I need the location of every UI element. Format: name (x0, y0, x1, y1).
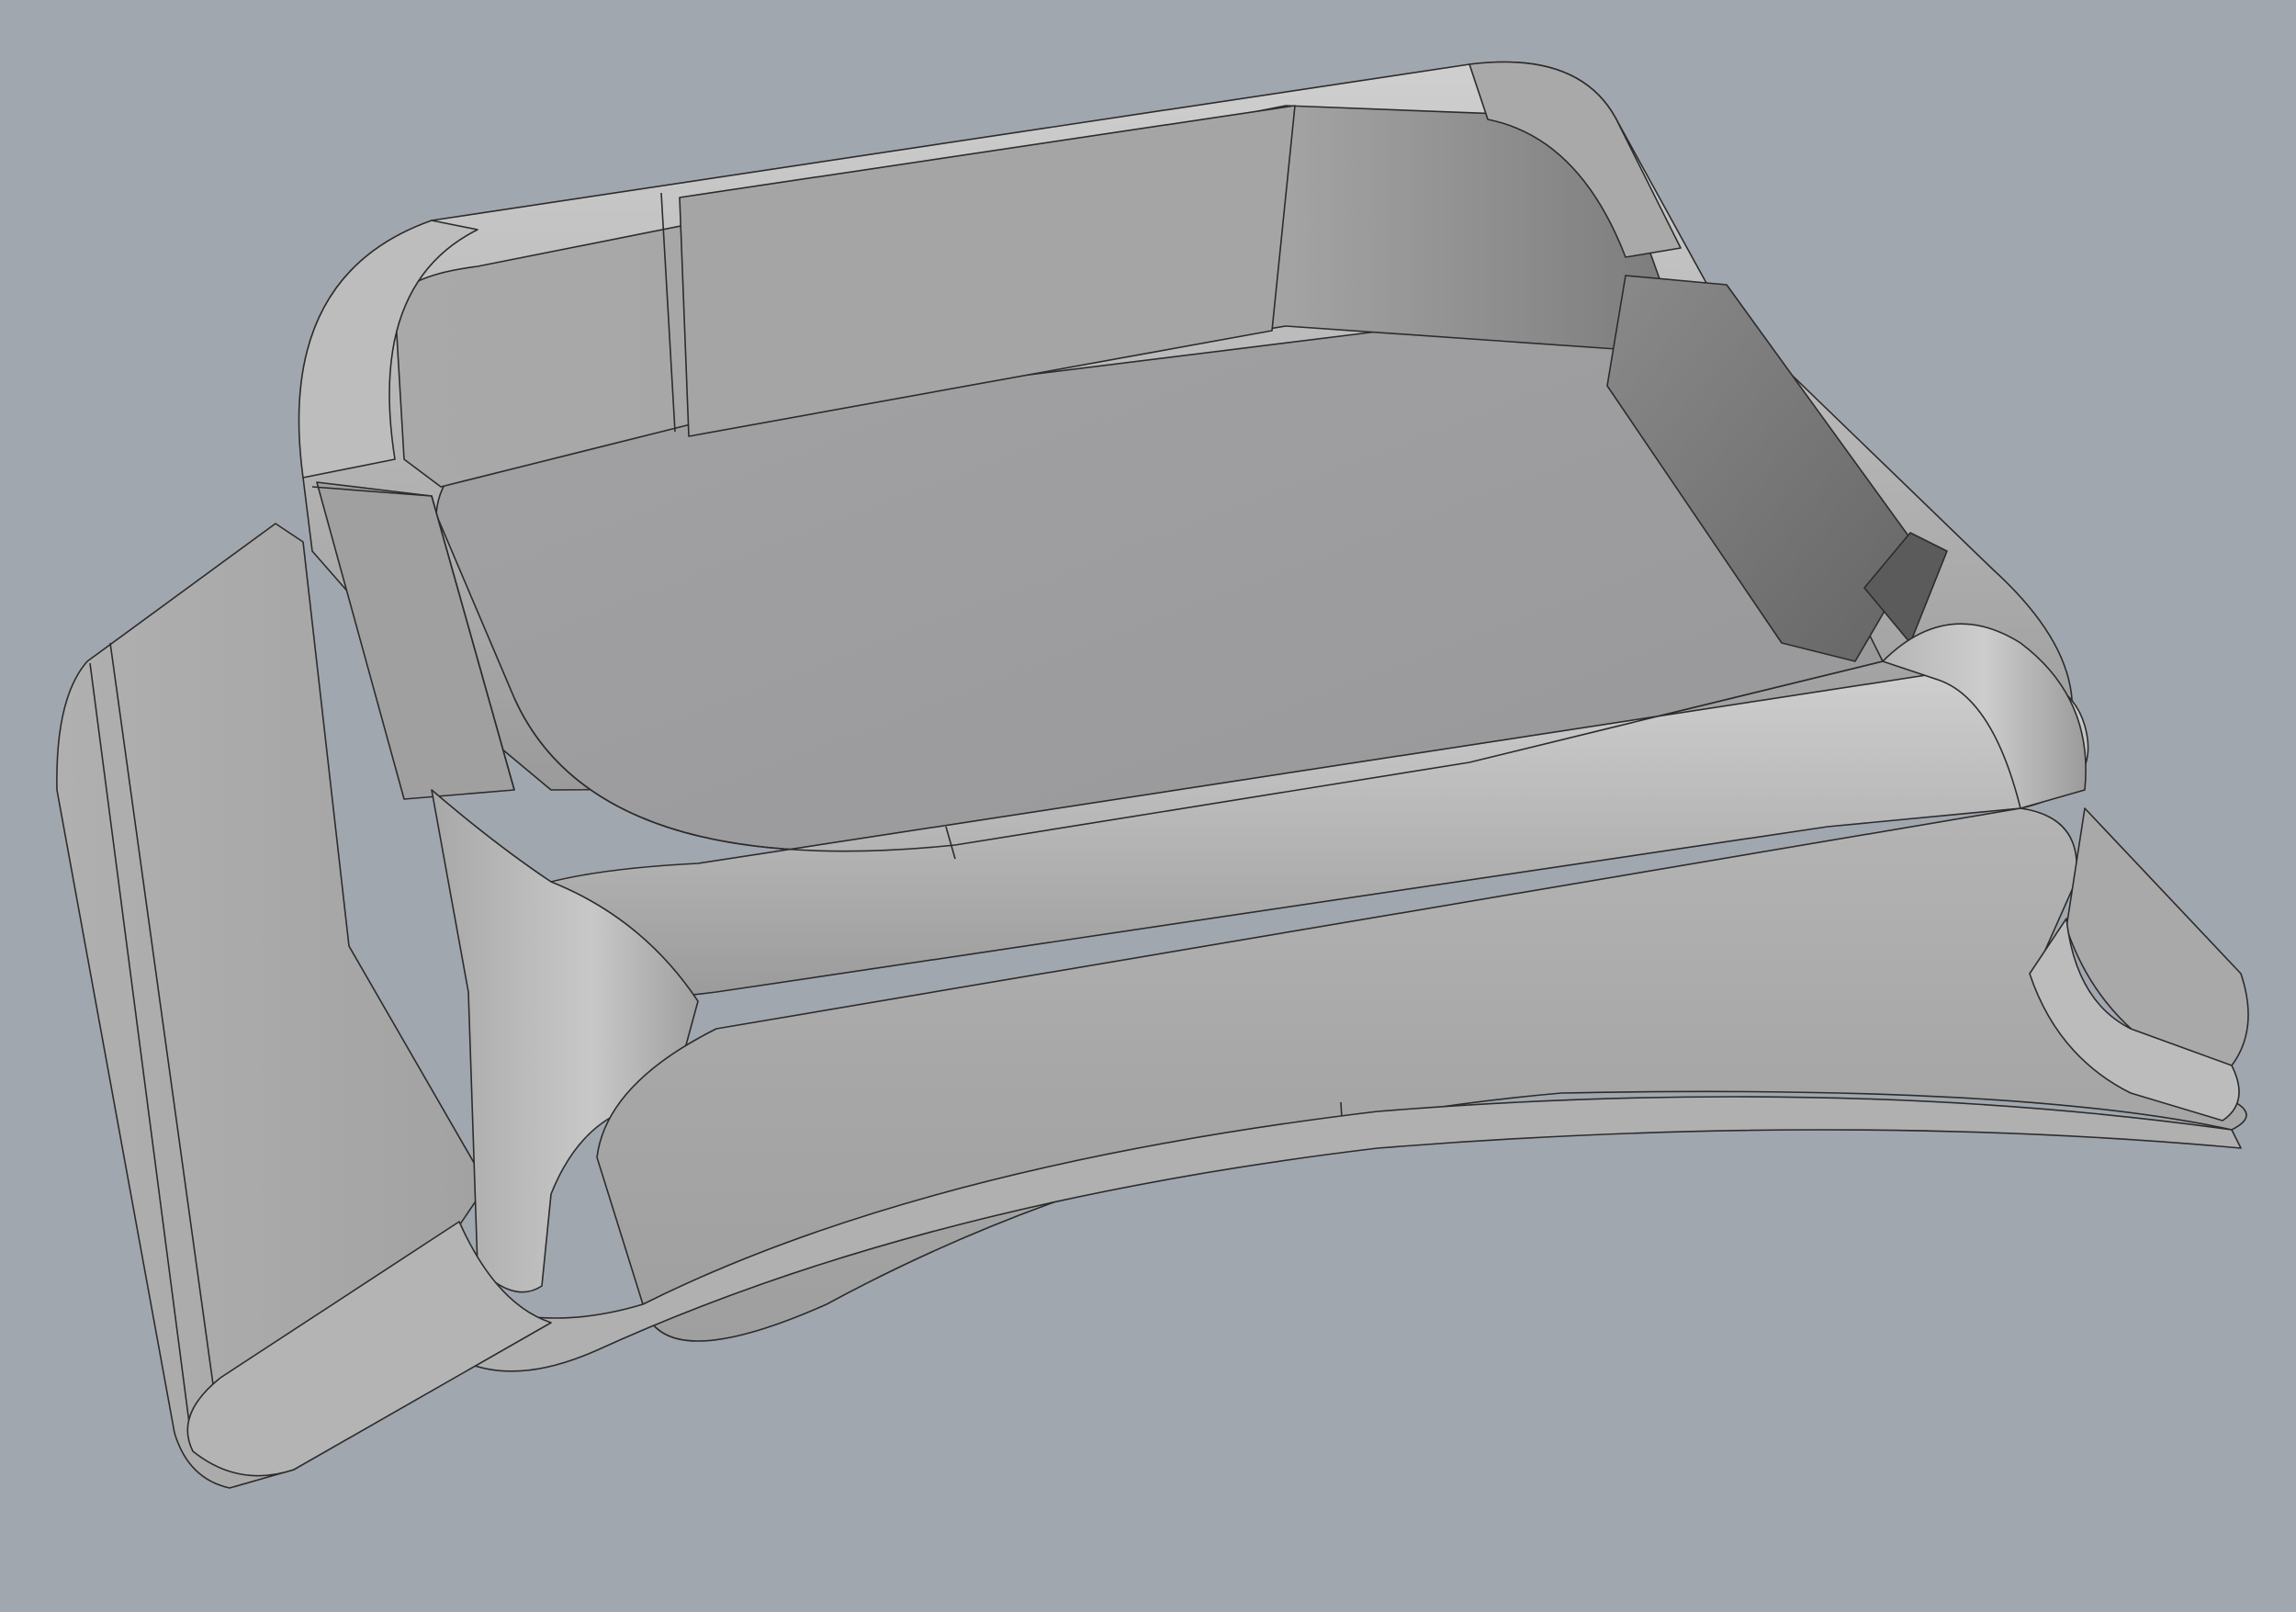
3d-viewport[interactable] (0, 0, 2296, 1612)
model-render[interactable] (0, 0, 2296, 1612)
part-body[interactable] (56, 61, 2249, 1489)
